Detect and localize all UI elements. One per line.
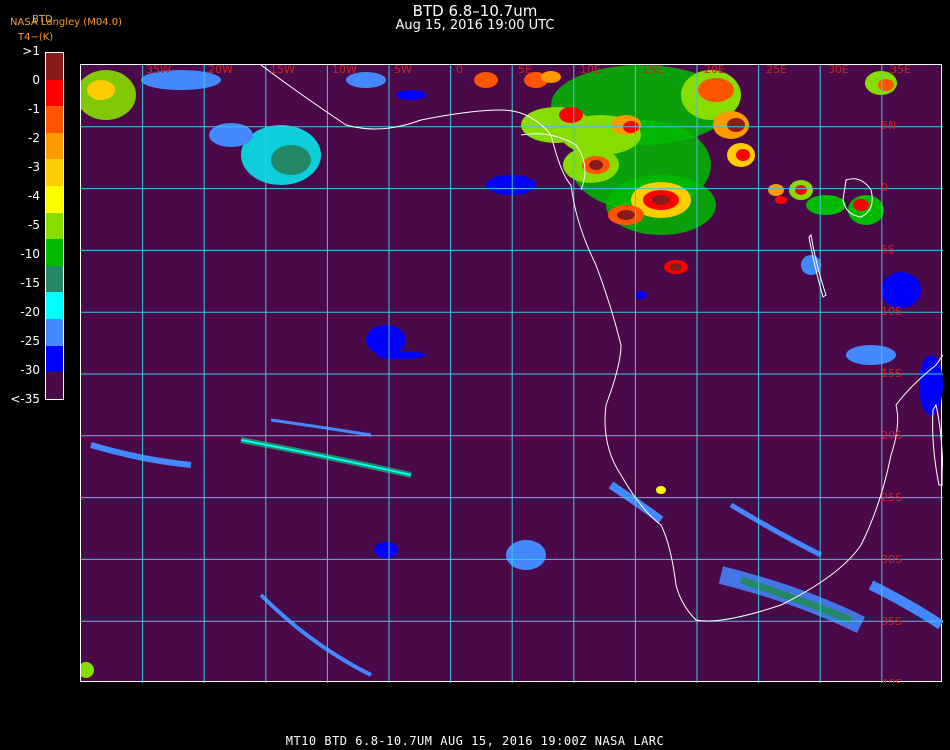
colorbar-swatch [46, 239, 63, 266]
colorbar-swatch [46, 79, 63, 107]
lat-lon-grid [81, 65, 943, 683]
colorbar-tick-label: -1 [28, 102, 40, 116]
longitude-label: 5W [394, 65, 412, 76]
colorbar-swatch [46, 292, 63, 320]
latitude-label: 5N [881, 119, 896, 132]
colorbar-swatch [46, 372, 63, 399]
colorbar-swatch [46, 132, 63, 160]
colorbar-swatch [46, 212, 63, 240]
convection-cluster-central-africa [474, 65, 897, 274]
colorbar-legend [45, 52, 64, 400]
longitude-label: 10W [332, 65, 357, 76]
colorbar-swatch [46, 186, 63, 213]
colorbar-swatch [46, 159, 63, 187]
longitude-label: 30E [828, 65, 849, 76]
longitude-label: 25E [766, 65, 787, 76]
colorbar-tick-label: -25 [20, 334, 40, 348]
longitude-label: 20E [704, 65, 725, 76]
latitude-label: 35S [881, 615, 902, 628]
colorbar-tick-label: -10 [20, 247, 40, 261]
latitude-label: 5S [881, 243, 895, 256]
map-panel[interactable]: 35W 20W 15W 10W 5W 0 5E 10E 15E 20E 25E 30E 35E 5N 0 5S… [80, 64, 943, 683]
colorbar-tick-label: >1 [22, 44, 40, 58]
longitude-label: 35E [890, 65, 911, 76]
colorbar-unit-label: T4−(K) [18, 32, 54, 43]
longitude-label: 0 [456, 65, 463, 76]
colorbar-swatch [46, 265, 63, 293]
latitude-label: 40S [881, 677, 902, 683]
colorbar-tick-label: 0 [32, 73, 40, 87]
colorbar-tick-label: -15 [20, 276, 40, 290]
latitude-label: 20S [881, 429, 902, 442]
longitude-label: 20W [208, 65, 233, 76]
colorbar-swatch [46, 345, 63, 373]
colorbar-swatch [46, 53, 63, 80]
colorbar-tick-label: <-35 [10, 392, 40, 406]
longitude-label: 5E [518, 65, 532, 76]
colorbar-swatch [46, 319, 63, 346]
colorbar-tick-label: -4 [28, 189, 40, 203]
longitude-label: 15W [270, 65, 295, 76]
map-canvas: 35W 20W 15W 10W 5W 0 5E 10E 15E 20E 25E 30E 35E 5N 0 5S… [81, 65, 943, 683]
latitude-label: 10S [881, 305, 902, 318]
image-timestamp: Aug 15, 2016 19:00 UTC [395, 18, 555, 33]
colorbar-tick-label: -2 [28, 131, 40, 145]
latitude-label: 25S [881, 491, 902, 504]
colorbar-tick-label: -20 [20, 305, 40, 319]
longitude-label: 15E [642, 65, 663, 76]
satellite-image-viewer: BTD 6.8–10.7um Aug 15, 2016 19:00 UTC NA… [0, 0, 950, 750]
latitude-label: 15S [881, 367, 902, 380]
cloud-cluster-northwest [81, 70, 386, 185]
colorbar-swatch [46, 106, 63, 133]
longitude-label: 10E [580, 65, 601, 76]
producer-label: NASA Langley (M04.0) [10, 17, 122, 28]
madagascar-outline [932, 403, 943, 486]
latitude-label: 0 [881, 181, 888, 194]
colorbar-tick-label: -30 [20, 363, 40, 377]
product-overlay-label: BTD [32, 14, 53, 25]
footer-caption: MT10 BTD 6.8-10.7UM AUG 15, 2016 19:00Z … [285, 734, 665, 748]
colorbar-tick-label: -3 [28, 160, 40, 174]
latitude-label: 30S [881, 553, 902, 566]
colorbar-tick-label: -5 [28, 218, 40, 232]
longitude-label: 35W [146, 65, 171, 76]
